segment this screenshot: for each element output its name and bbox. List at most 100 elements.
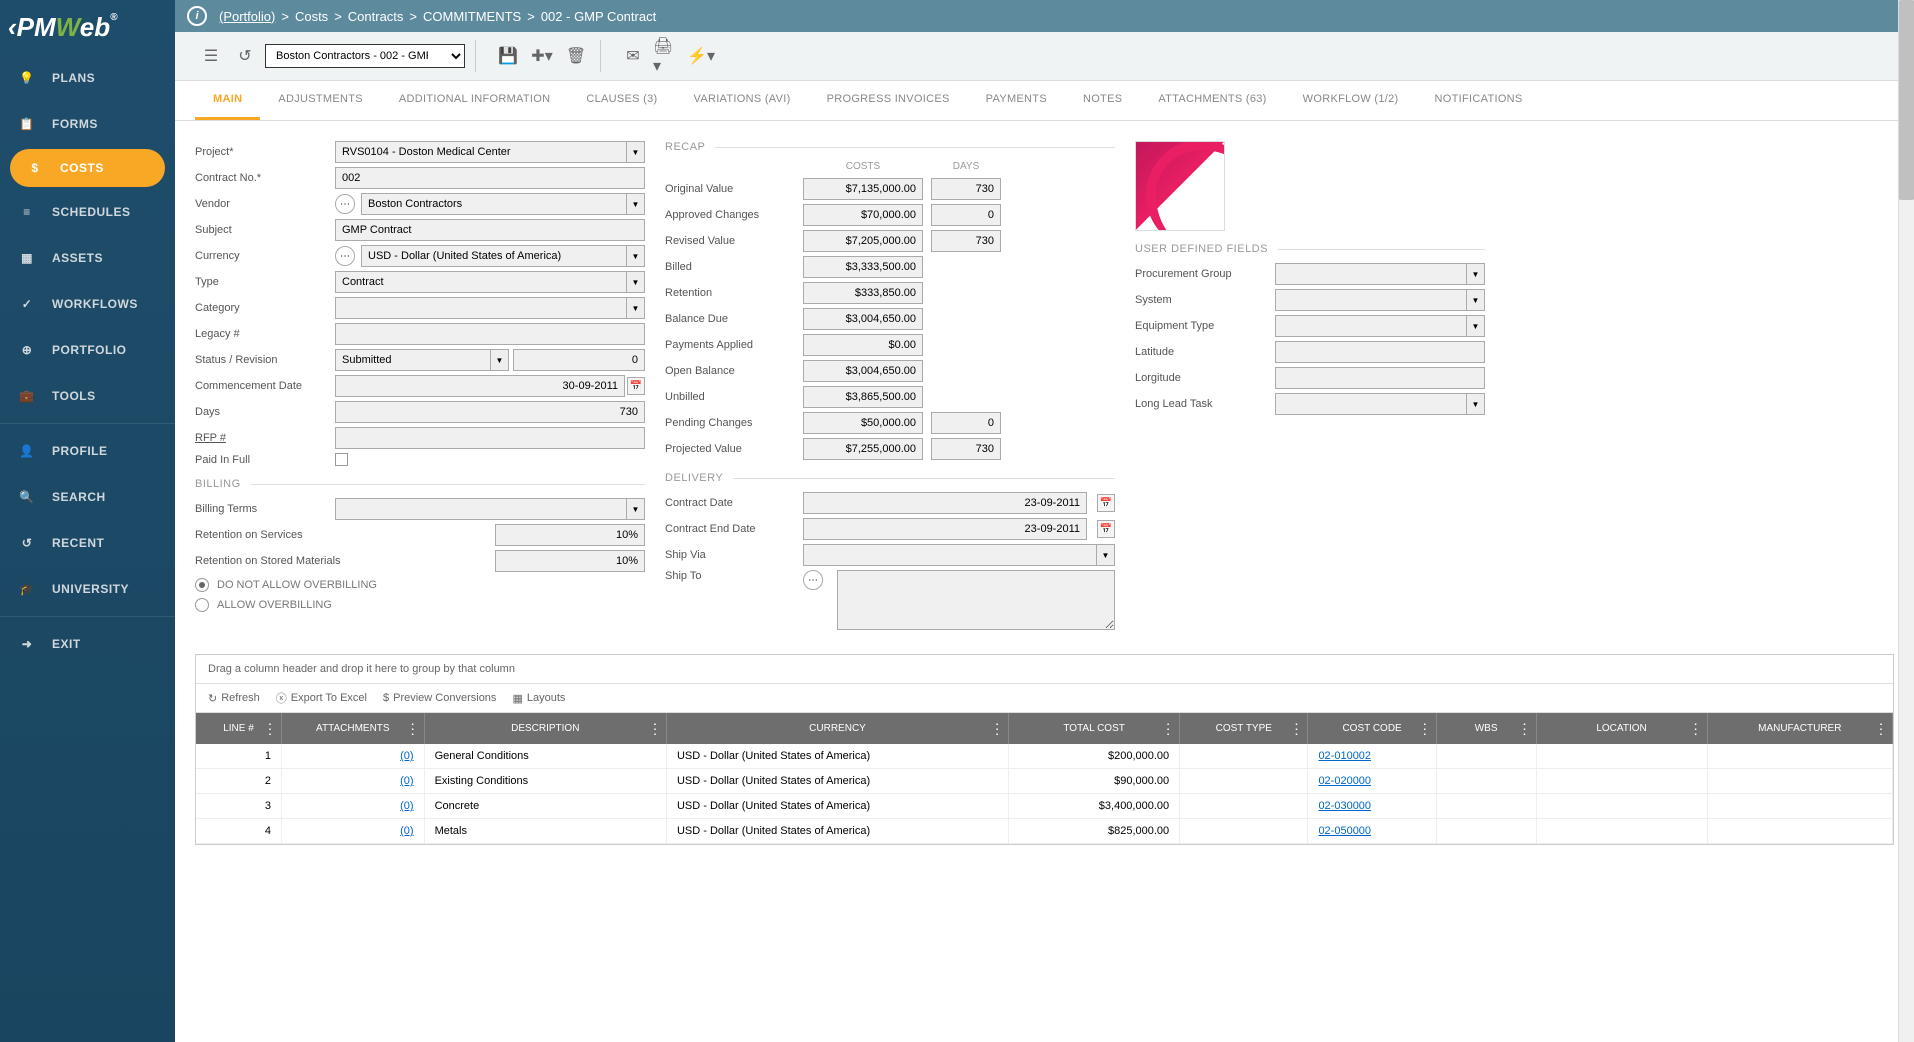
attachments-link[interactable]: (0) <box>282 819 425 844</box>
col-attachments[interactable]: ATTACHMENTS⋮ <box>282 713 425 744</box>
calendar-icon[interactable]: 📅 <box>627 377 645 395</box>
shipvia-dropdown[interactable]: ▼ <box>1097 544 1115 566</box>
udf-1-dropdown[interactable]: ▼ <box>1467 289 1485 311</box>
col-menu-icon[interactable]: ⋮ <box>1689 720 1703 737</box>
list-icon[interactable]: ☰ <box>197 42 225 70</box>
allow-overbilling-radio[interactable] <box>195 598 209 612</box>
project-field[interactable] <box>335 141 627 163</box>
tab-additional-information[interactable]: ADDITIONAL INFORMATION <box>381 81 568 120</box>
shipvia-field[interactable] <box>803 544 1097 566</box>
table-row[interactable]: 2(0)Existing ConditionsUSD - Dollar (Uni… <box>196 769 1893 794</box>
breadcrumb-portfolio[interactable]: (Portfolio) <box>219 9 275 24</box>
category-field[interactable] <box>335 297 627 319</box>
costcode-link[interactable]: 02-050000 <box>1308 819 1436 844</box>
billingterms-field[interactable] <box>335 498 627 520</box>
nav-search[interactable]: 🔍SEARCH <box>0 474 175 520</box>
col-menu-icon[interactable]: ⋮ <box>1518 720 1532 737</box>
rfp-field[interactable] <box>335 427 645 449</box>
udf-3-field[interactable] <box>1275 341 1485 363</box>
tab-adjustments[interactable]: ADJUSTMENTS <box>260 81 381 120</box>
udf-1-field[interactable] <box>1275 289 1467 311</box>
udf-0-field[interactable] <box>1275 263 1467 285</box>
type-dropdown[interactable]: ▼ <box>627 271 645 293</box>
nav-workflows[interactable]: ✓WORKFLOWS <box>0 281 175 327</box>
currency-field[interactable] <box>361 245 627 267</box>
costcode-link[interactable]: 02-010002 <box>1308 744 1436 769</box>
udf-5-field[interactable] <box>1275 393 1467 415</box>
email-icon[interactable]: ✉ <box>619 42 647 70</box>
col-menu-icon[interactable]: ⋮ <box>406 720 420 737</box>
revision-field[interactable] <box>513 349 645 371</box>
subject-field[interactable] <box>335 219 645 241</box>
nav-plans[interactable]: 💡PLANS <box>0 55 175 101</box>
col-cost-type[interactable]: COST TYPE⋮ <box>1180 713 1308 744</box>
nav-portfolio[interactable]: ⊕PORTFOLIO <box>0 327 175 373</box>
nav-profile[interactable]: 👤PROFILE <box>0 428 175 474</box>
preview-button[interactable]: $ Preview Conversions <box>383 690 496 706</box>
contractno-field[interactable] <box>335 167 645 189</box>
col-location[interactable]: LOCATION⋮ <box>1536 713 1707 744</box>
nav-assets[interactable]: ▦ASSETS <box>0 235 175 281</box>
costcode-link[interactable]: 02-030000 <box>1308 794 1436 819</box>
billingterms-dropdown[interactable]: ▼ <box>627 498 645 520</box>
tab-attachments-[interactable]: ATTACHMENTS (63) <box>1140 81 1284 120</box>
table-row[interactable]: 3(0)ConcreteUSD - Dollar (United States … <box>196 794 1893 819</box>
col-menu-icon[interactable]: ⋮ <box>648 720 662 737</box>
tab-main[interactable]: MAIN <box>195 81 260 120</box>
legacy-field[interactable] <box>335 323 645 345</box>
vendor-dropdown[interactable]: ▼ <box>627 193 645 215</box>
nav-recent[interactable]: ↺RECENT <box>0 520 175 566</box>
no-overbilling-radio[interactable] <box>195 578 209 592</box>
project-dropdown[interactable]: ▼ <box>627 141 645 163</box>
retmat-field[interactable] <box>495 550 645 572</box>
col-menu-icon[interactable]: ⋮ <box>263 720 277 737</box>
udf-0-dropdown[interactable]: ▼ <box>1467 263 1485 285</box>
currency-dropdown[interactable]: ▼ <box>627 245 645 267</box>
nav-costs[interactable]: $COSTS <box>10 149 165 187</box>
col-cost-code[interactable]: COST CODE⋮ <box>1308 713 1436 744</box>
attachments-link[interactable]: (0) <box>282 794 425 819</box>
tab-clauses-[interactable]: CLAUSES (3) <box>568 81 675 120</box>
udf-5-dropdown[interactable]: ▼ <box>1467 393 1485 415</box>
days-field[interactable] <box>335 401 645 423</box>
record-selector[interactable]: Boston Contractors - 002 - GMP Con <box>265 44 465 68</box>
document-preview[interactable] <box>1135 141 1225 231</box>
nav-forms[interactable]: 📋FORMS <box>0 101 175 147</box>
table-row[interactable]: 4(0)MetalsUSD - Dollar (United States of… <box>196 819 1893 844</box>
tab-variations-avi-[interactable]: VARIATIONS (AVI) <box>676 81 809 120</box>
col-menu-icon[interactable]: ⋮ <box>990 720 1004 737</box>
currency-lookup[interactable]: ⋯ <box>335 246 355 266</box>
calendar-icon[interactable]: 📅 <box>1097 494 1115 512</box>
udf-2-field[interactable] <box>1275 315 1467 337</box>
layouts-button[interactable]: ▦ Layouts <box>512 690 565 706</box>
print-icon[interactable]: 🖨▾ <box>653 42 681 70</box>
col-currency[interactable]: CURRENCY⋮ <box>666 713 1008 744</box>
costcode-link[interactable]: 02-020000 <box>1308 769 1436 794</box>
vendor-field[interactable] <box>361 193 627 215</box>
vendor-lookup[interactable]: ⋯ <box>335 194 355 214</box>
calendar-icon[interactable]: 📅 <box>1097 520 1115 538</box>
status-dropdown[interactable]: ▼ <box>491 349 509 371</box>
export-button[interactable]: ⓧ Export To Excel <box>276 690 367 706</box>
tab-workflow-[interactable]: WORKFLOW (1/2) <box>1285 81 1417 120</box>
shipto-field[interactable] <box>837 570 1115 630</box>
rfp-link[interactable]: RFP # <box>195 432 335 444</box>
col-wbs[interactable]: WBS⋮ <box>1436 713 1536 744</box>
tab-notifications[interactable]: NOTIFICATIONS <box>1417 81 1541 120</box>
col-menu-icon[interactable]: ⋮ <box>1161 720 1175 737</box>
col-menu-icon[interactable]: ⋮ <box>1418 720 1432 737</box>
nav-university[interactable]: 🎓UNIVERSITY <box>0 566 175 612</box>
table-row[interactable]: 1(0)General ConditionsUSD - Dollar (Unit… <box>196 744 1893 769</box>
paidfull-checkbox[interactable] <box>335 453 348 466</box>
nav-schedules[interactable]: ≡SCHEDULES <box>0 189 175 235</box>
col-menu-icon[interactable]: ⋮ <box>1289 720 1303 737</box>
col-total-cost[interactable]: TOTAL COST⋮ <box>1009 713 1180 744</box>
history-icon[interactable]: ↺ <box>231 42 259 70</box>
vertical-scrollbar[interactable] <box>1898 0 1914 1042</box>
nav-exit[interactable]: ➜EXIT <box>0 621 175 667</box>
contractdate-field[interactable] <box>803 492 1087 514</box>
commence-field[interactable] <box>335 375 625 397</box>
save-icon[interactable]: 💾 <box>494 42 522 70</box>
group-drop-zone[interactable]: Drag a column header and drop it here to… <box>196 655 1893 684</box>
col-description[interactable]: DESCRIPTION⋮ <box>424 713 666 744</box>
